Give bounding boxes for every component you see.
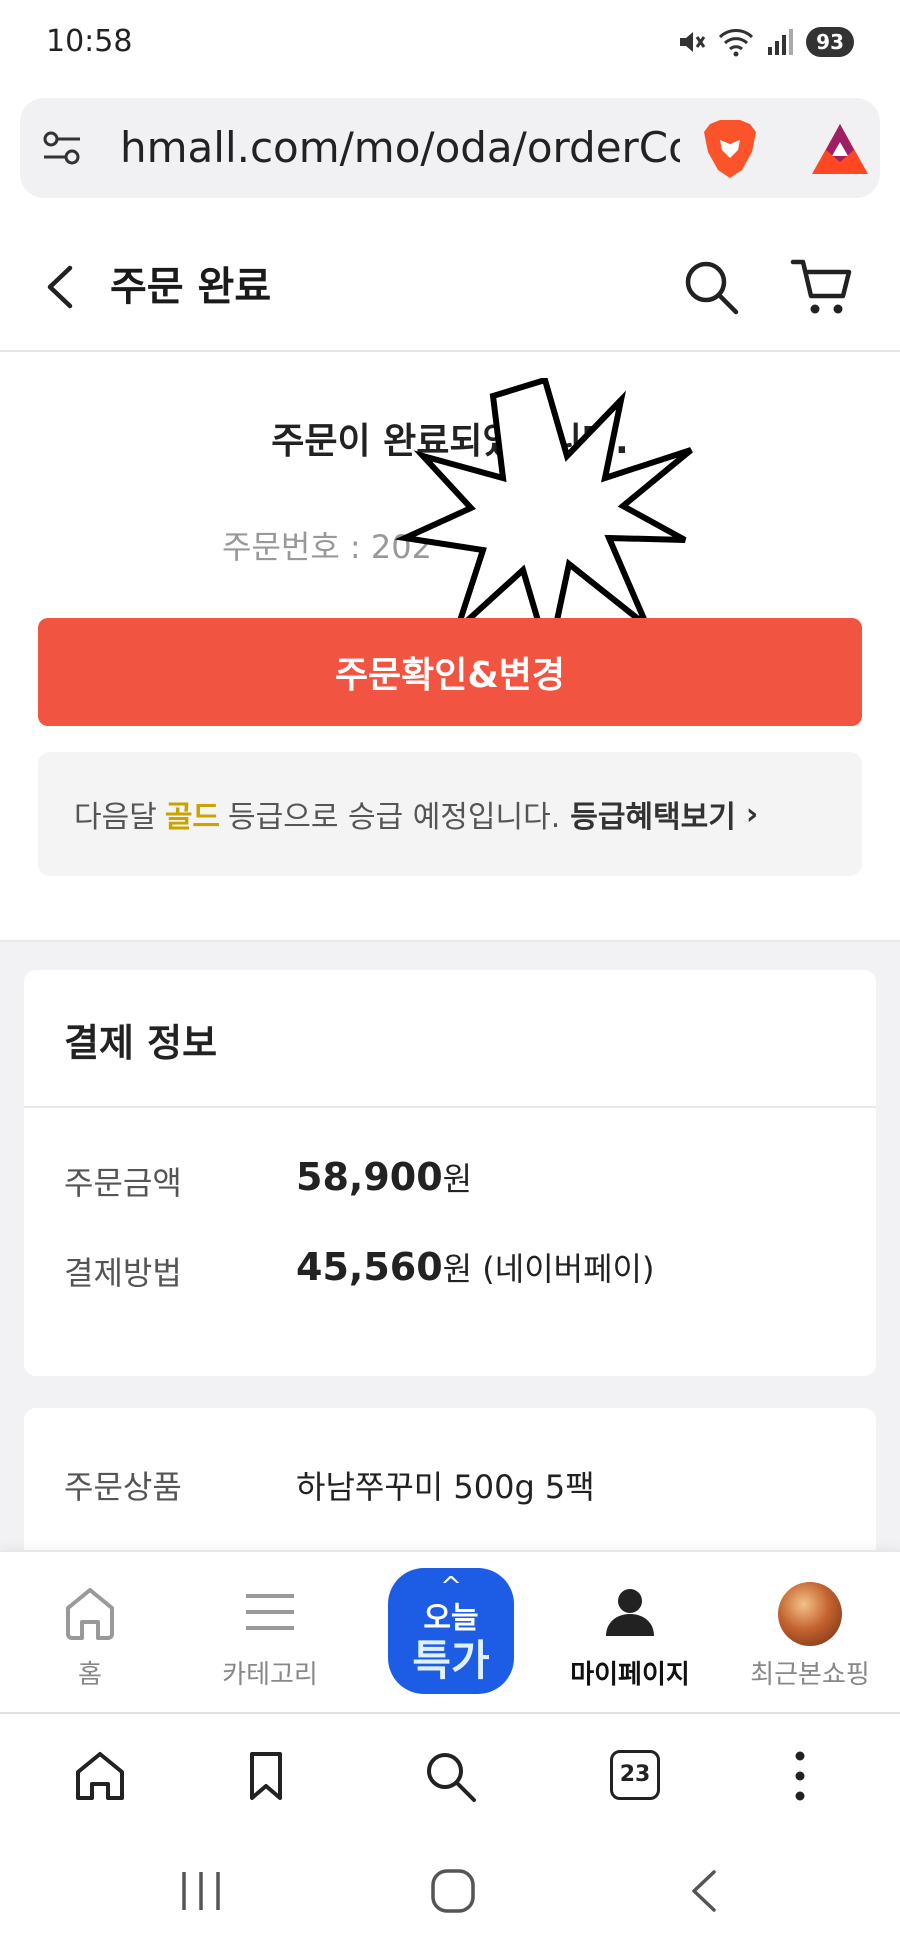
page-header: 주문 완료 <box>0 222 900 352</box>
payment-method-name: (네이버페이) <box>482 1250 655 1288</box>
browser-toolbar: 23 <box>0 1712 900 1832</box>
status-icons: 93 <box>676 24 854 60</box>
order-amount-number: 58,900 <box>296 1155 443 1199</box>
chevron-right-icon[interactable]: › <box>746 797 758 832</box>
app-bottom-nav: 홈 카테고리 ^ 오늘 특가 마이페이지 최근본쇼핑 <box>0 1550 900 1708</box>
caret-up-icon: ^ <box>440 1572 462 1602</box>
payment-method-label: 결제방법 <box>64 1254 182 1292</box>
back-arrow-icon[interactable] <box>40 262 84 312</box>
payment-amount-number: 45,560 <box>296 1245 443 1289</box>
battery-indicator: 93 <box>806 27 854 57</box>
payment-info-card: 결제 정보 주문금액 58,900원 결제방법 45,560원 (네이버페이) <box>24 970 876 1376</box>
nav-recent[interactable]: 최근본쇼핑 <box>730 1582 890 1691</box>
divider <box>24 1106 876 1108</box>
address-bar[interactable]: hmall.com/mo/oda/orderCo <box>20 98 880 198</box>
grade-notice-suffix: 등급으로 승급 예정입니다. <box>228 800 561 835</box>
order-amount-label: 주문금액 <box>64 1164 182 1202</box>
today-deal-button[interactable]: ^ 오늘 특가 <box>388 1568 514 1694</box>
status-bar: 10:58 93 <box>0 0 900 90</box>
recent-apps-icon[interactable] <box>176 1866 226 1916</box>
today-deal-top: 오늘 <box>423 1601 479 1636</box>
signal-icon <box>768 29 794 55</box>
nav-recent-label: 최근본쇼핑 <box>750 1660 870 1690</box>
payment-info-title: 결제 정보 <box>64 1021 218 1065</box>
payment-amount-unit: 원 <box>442 1250 473 1288</box>
content-area: 결제 정보 주문금액 58,900원 결제방법 45,560원 (네이버페이) … <box>0 940 900 1608</box>
page-title: 주문 완료 <box>110 264 272 310</box>
mute-icon <box>680 32 706 52</box>
payment-method-value: 45,560원 (네이버페이) <box>296 1244 654 1290</box>
today-deal-bottom: 특가 <box>412 1636 490 1685</box>
order-amount-unit: 원 <box>442 1160 473 1198</box>
nav-category[interactable]: 카테고리 <box>190 1582 350 1691</box>
grade-notice-prefix: 다음달 <box>74 800 157 835</box>
url-text[interactable]: hmall.com/mo/oda/orderCo <box>120 120 680 176</box>
nav-home[interactable]: 홈 <box>10 1582 170 1691</box>
grade-name: 골드 <box>164 800 221 835</box>
tab-count-button[interactable]: 23 <box>610 1750 660 1800</box>
grade-upgrade-notice: 다음달 골드 등급으로 승급 예정입니다. 등급혜택보기 › <box>38 752 862 876</box>
recent-thumbnail <box>778 1582 842 1646</box>
nav-mypage[interactable]: 마이페이지 <box>550 1582 710 1691</box>
browser-home-icon[interactable] <box>72 1748 128 1804</box>
nav-category-label: 카테고리 <box>222 1660 318 1690</box>
site-settings-icon[interactable] <box>42 128 82 168</box>
home-icon <box>66 1588 114 1640</box>
nav-home-label: 홈 <box>78 1660 102 1690</box>
brave-shield-icon[interactable] <box>702 118 758 180</box>
order-product-name[interactable]: 하남쭈꾸미 500g 5팩 <box>296 1462 595 1508</box>
search-icon[interactable] <box>682 258 740 316</box>
home-button-icon[interactable] <box>428 1866 478 1916</box>
order-check-change-button[interactable]: 주문확인&변경 <box>38 618 862 726</box>
status-time: 10:58 <box>46 24 133 59</box>
more-options-icon[interactable] <box>772 1748 828 1804</box>
bookmark-icon[interactable] <box>238 1748 294 1804</box>
order-items-label: 주문상품 <box>64 1468 182 1506</box>
bat-rewards-icon[interactable] <box>810 122 870 176</box>
system-nav-bar <box>0 1832 900 1950</box>
grade-benefits-link[interactable]: 등급혜택보기 <box>570 792 736 836</box>
person-icon <box>606 1589 654 1636</box>
wifi-icon <box>719 29 754 57</box>
nav-mypage-label: 마이페이지 <box>570 1660 690 1690</box>
back-button-icon[interactable] <box>680 1866 730 1916</box>
order-amount-value: 58,900원 <box>296 1154 472 1200</box>
menu-icon <box>246 1594 294 1630</box>
browser-search-icon[interactable] <box>422 1748 478 1804</box>
cart-icon[interactable] <box>790 256 854 318</box>
